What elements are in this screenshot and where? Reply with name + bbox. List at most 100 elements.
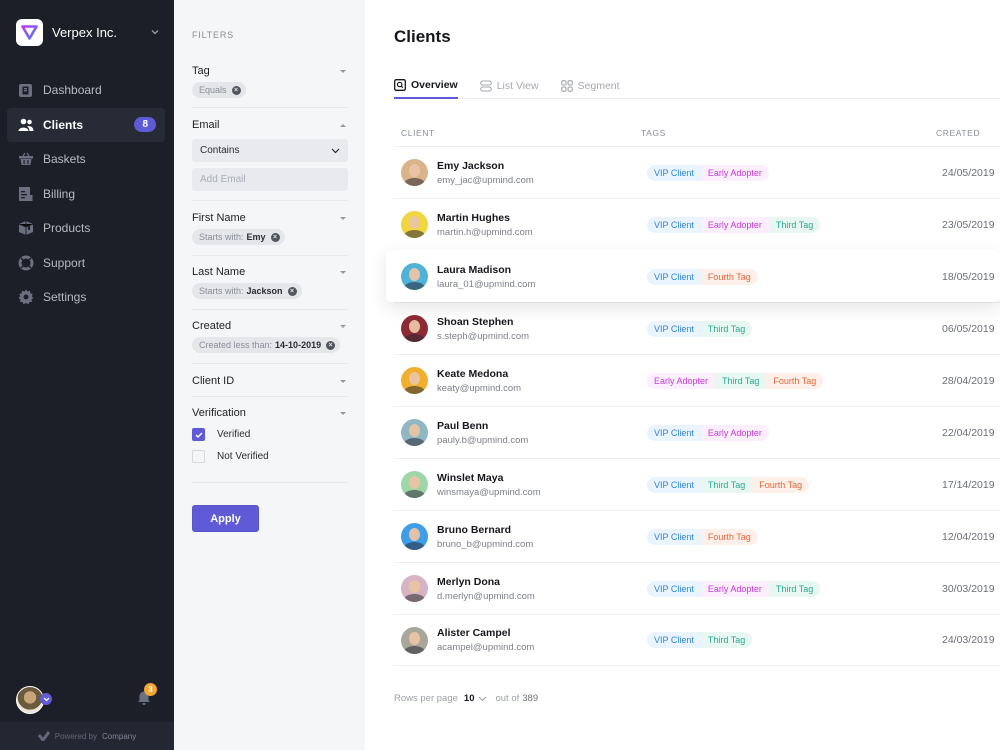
client-name[interactable]: Martin Hughes	[437, 212, 647, 224]
tag-badge[interactable]: VIP Client	[647, 580, 701, 597]
tab-list-view[interactable]: List View	[479, 73, 539, 98]
created-date: 06/05/2019	[942, 322, 995, 335]
filter-label: Created	[192, 320, 232, 332]
client-name[interactable]: Winslet Maya	[437, 472, 647, 484]
tag-badge[interactable]: Fourth Tag	[700, 528, 758, 545]
sidebar-item-settings[interactable]: Settings	[7, 280, 165, 314]
filter-first-name-header[interactable]: First Name	[192, 212, 348, 224]
client-info: Paul Benn pauly.b@upmind.com	[437, 420, 647, 446]
column-header-client[interactable]: CLIENT	[401, 128, 435, 138]
tag-badge[interactable]: Third Tag	[700, 632, 753, 648]
tag-badge[interactable]: Fourth Tag	[752, 476, 810, 493]
tab-overview[interactable]: Overview	[394, 73, 458, 99]
client-name[interactable]: Alister Campel	[437, 627, 647, 639]
tag-badge[interactable]: VIP Client	[647, 476, 701, 493]
sidebar-item-label: Dashboard	[43, 83, 102, 97]
not-verified-checkbox[interactable]	[192, 450, 205, 463]
tag-badge[interactable]: VIP Client	[647, 216, 701, 233]
table-row[interactable]: Martin Hughes martin.h@upmind.com VIP Clie…	[394, 198, 1000, 250]
email-input[interactable]	[192, 168, 348, 191]
sidebar-item-baskets[interactable]: Baskets	[7, 142, 165, 176]
tab-segment[interactable]: Segment	[560, 73, 620, 98]
email-operator-select[interactable]: Contains	[192, 139, 348, 162]
rows-per-page-select[interactable]: 10	[464, 693, 496, 704]
client-name[interactable]: Shoan Stephen	[437, 316, 647, 328]
tag-badge[interactable]: Early Adopter	[700, 216, 769, 233]
remove-chip-icon[interactable]: ×	[326, 340, 336, 350]
not-verified-option[interactable]: Not Verified	[192, 450, 348, 463]
tag-badge[interactable]: VIP Client	[647, 632, 701, 648]
tag-badge[interactable]: VIP Client	[647, 268, 701, 285]
filter-last-name-header[interactable]: Last Name	[192, 266, 348, 278]
chevron-down-icon	[479, 696, 487, 701]
remove-chip-icon[interactable]: ×	[270, 232, 280, 242]
lifebuoy-icon	[17, 254, 34, 271]
table-row[interactable]: Keate Medona keaty@upmind.com Early Adopte…	[394, 354, 1000, 406]
tag-badge[interactable]: Early Adopter	[700, 164, 769, 181]
chip-prefix: Starts with:	[199, 286, 244, 296]
clients-table: Emy Jackson emy_jac@upmind.com VIP Client E…	[386, 146, 1000, 666]
tag-badge[interactable]: Early Adopter	[647, 372, 716, 389]
grid-icon	[560, 79, 573, 92]
table-row[interactable]: Winslet Maya winsmaya@upmind.com VIP Clien…	[394, 458, 1000, 510]
select-value: Contains	[200, 145, 240, 156]
remove-chip-icon[interactable]: ×	[231, 85, 241, 95]
sidebar-item-label: Products	[43, 221, 91, 235]
created-date: 24/05/2019	[942, 166, 995, 179]
filter-label: First Name	[192, 212, 246, 224]
client-avatar	[401, 263, 428, 290]
column-header-tags[interactable]: TAGS	[641, 128, 666, 138]
client-name[interactable]: Paul Benn	[437, 420, 647, 432]
client-avatar	[401, 523, 428, 550]
sidebar-item-products[interactable]: Products	[7, 211, 165, 245]
tag-badge[interactable]: Fourth Tag	[700, 268, 758, 285]
table-row[interactable]: Bruno Bernard bruno_b@upmind.com VIP Clien…	[394, 510, 1000, 562]
chip-prefix: Starts with:	[199, 232, 244, 242]
column-header-created[interactable]: CREATED	[936, 128, 980, 138]
client-name[interactable]: Laura Madison	[437, 264, 647, 276]
verified-checkbox[interactable]	[192, 428, 205, 441]
apply-filters-button[interactable]: Apply	[192, 505, 259, 532]
client-name[interactable]: Bruno Bernard	[437, 524, 647, 536]
tag-badge[interactable]: Third Tag	[700, 320, 753, 337]
tag-badge[interactable]: Third Tag	[715, 372, 767, 389]
caret-down-icon	[340, 379, 346, 383]
sidebar-item-billing[interactable]: Billing	[7, 177, 165, 211]
tag-badge[interactable]: VIP Client	[647, 164, 701, 181]
tag-badge[interactable]: Early Adopter	[700, 424, 769, 441]
tag-badge[interactable]: VIP Client	[647, 320, 701, 337]
tag-badge[interactable]: Early Adopter	[700, 580, 769, 597]
table-row[interactable]: Shoan Stephen s.steph@upmind.com VIP Clien…	[394, 302, 1000, 354]
tag-badge[interactable]: Third Tag	[700, 476, 753, 493]
sidebar-item-label: Baskets	[43, 152, 86, 166]
table-row[interactable]: Laura Madison laura_01@upmind.com VIP Clie…	[386, 250, 1000, 302]
table-row[interactable]: Merlyn Dona d.merlyn@upmind.com VIP Client…	[394, 562, 1000, 614]
sidebar-item-clients[interactable]: Clients 8	[7, 107, 165, 142]
filter-email-header[interactable]: Email	[192, 119, 348, 131]
created-date: 22/04/2019	[942, 426, 995, 439]
workspace-switcher[interactable]: Verpex Inc.	[16, 18, 166, 46]
remove-chip-icon[interactable]: ×	[287, 286, 297, 296]
sidebar-item-dashboard[interactable]: Dashboard	[7, 73, 165, 107]
sidebar-item-support[interactable]: Support	[7, 246, 165, 280]
tag-badge[interactable]: Third Tag	[768, 216, 821, 233]
table-row[interactable]: Emy Jackson emy_jac@upmind.com VIP Client E…	[394, 146, 1000, 198]
client-name[interactable]: Merlyn Dona	[437, 576, 647, 588]
filter-client-id-header[interactable]: Client ID	[192, 375, 348, 387]
tag-badge[interactable]: VIP Client	[647, 528, 701, 545]
client-tags: VIP Client Early Adopter	[647, 424, 942, 441]
user-menu-chevron-icon[interactable]	[40, 693, 52, 705]
filter-created-header[interactable]: Created	[192, 320, 348, 332]
filter-verification-header[interactable]: Verification	[192, 407, 348, 419]
table-row[interactable]: Alister Campel acampel@upmind.com VIP Clie…	[394, 614, 1000, 666]
verified-option[interactable]: Verified	[192, 428, 348, 441]
tag-badge[interactable]: Fourth Tag	[766, 372, 824, 389]
filter-tag-header[interactable]: Tag	[192, 65, 348, 77]
tag-badge[interactable]: Third Tag	[768, 580, 821, 597]
powered-by-company[interactable]: Company	[102, 732, 136, 741]
tag-badge[interactable]: VIP Client	[647, 424, 701, 441]
client-name[interactable]: Keate Medona	[437, 368, 647, 380]
table-row[interactable]: Paul Benn pauly.b@upmind.com VIP Client Ear…	[394, 406, 1000, 458]
client-info: Merlyn Dona d.merlyn@upmind.com	[437, 576, 647, 602]
client-name[interactable]: Emy Jackson	[437, 160, 647, 172]
